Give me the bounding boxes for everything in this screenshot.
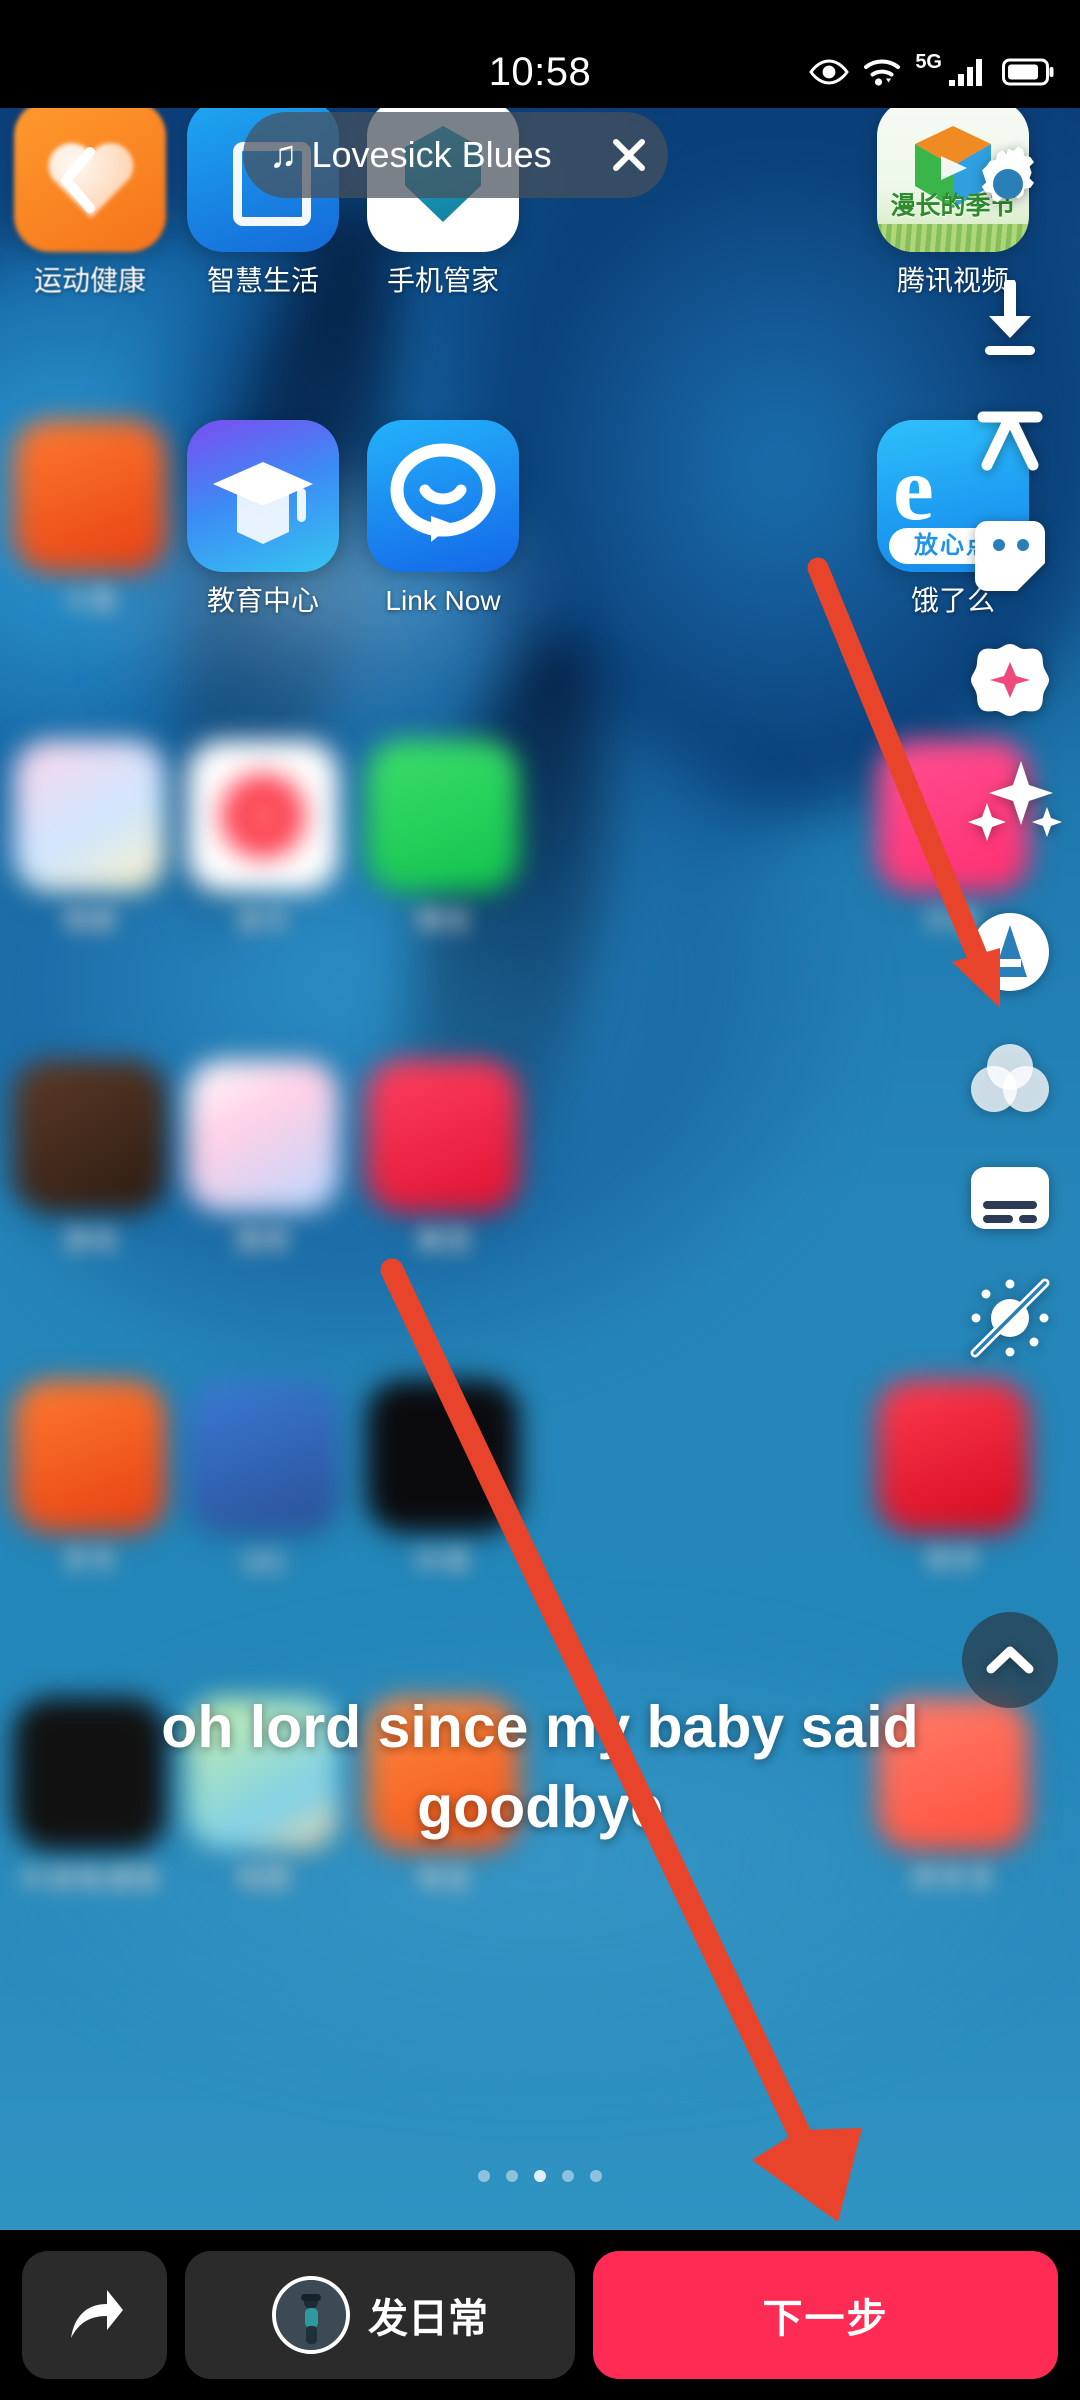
education-center-app-icon [187, 420, 339, 572]
captions-button[interactable] [966, 1154, 1054, 1242]
app-label: 斗鱼 [61, 585, 118, 616]
filter-button[interactable] [966, 1034, 1054, 1122]
download-icon [985, 280, 1035, 355]
share-arrow-icon [70, 2290, 123, 2338]
app-tile[interactable]: 教育中心 [163, 420, 363, 617]
collapse-rail-button[interactable] [962, 1612, 1058, 1708]
jd-app-icon [14, 1380, 166, 1532]
app-label: 手机管家 [386, 265, 499, 296]
app-label: 京东 [61, 1545, 118, 1576]
page-dot [590, 2170, 602, 2182]
editor-tool-rail [940, 108, 1080, 2230]
sticker-button[interactable] [966, 512, 1054, 600]
status-bar: 10:58 5G [0, 0, 1080, 108]
beautify-icon [971, 644, 1049, 716]
status-bar-icons: 5G [809, 50, 1054, 94]
enhance-off-icon [970, 1278, 1050, 1358]
app-label: 教育中心 [206, 585, 319, 616]
post-daily-label: 发日常 [368, 2297, 488, 2341]
home-screen-app-grid: 运动健康 智慧生活 手机管家 漫长的季节 腾讯视频 斗鱼 教育中心 Link N… [0, 108, 1080, 2230]
app-label: 抖音极速版 [19, 1863, 160, 1894]
captions-icon [971, 1167, 1049, 1229]
settings-gear-button[interactable] [966, 130, 1054, 218]
page-dot [562, 2170, 574, 2182]
app-tile[interactable]: 美团 [343, 1060, 543, 1257]
app-label: 运动健康 [33, 265, 146, 296]
lyric-caption-text[interactable]: oh lord since my baby said goodbye [60, 1688, 1020, 1847]
app-label: 音乐 [234, 905, 291, 936]
home-screen-page-indicator [0, 2170, 1080, 2182]
browser-letter: e [893, 437, 934, 539]
app-label: 微信 [414, 905, 471, 936]
chevron-left-icon [61, 147, 95, 213]
app-tile[interactable]: 斗鱼 [0, 420, 190, 617]
app-label: 抖音 [414, 1545, 471, 1576]
app-label: 智慧生活 [206, 265, 319, 296]
page-dot [506, 2170, 518, 2182]
next-button[interactable]: 下一步 [593, 2251, 1058, 2379]
app-label: 地图 [234, 1863, 291, 1894]
battery-icon [1002, 58, 1054, 86]
app-label: 游戏 [61, 1225, 118, 1256]
auto-enhance-button[interactable] [966, 908, 1054, 996]
music-app-icon [187, 740, 339, 892]
wifi-icon [863, 57, 901, 87]
back-button[interactable] [38, 140, 118, 220]
sticker-icon [975, 521, 1045, 591]
app-tile[interactable]: 音乐 [163, 740, 363, 937]
chevron-up-icon [986, 1646, 1034, 1674]
close-icon [613, 139, 645, 171]
app-label: 图库 [234, 1225, 291, 1256]
app-tile[interactable]: 图库 [163, 1060, 363, 1257]
page-dot-active [534, 2170, 546, 2182]
close-music-button[interactable] [598, 124, 660, 186]
download-button[interactable] [966, 276, 1054, 364]
text-tool-button[interactable] [966, 394, 1054, 482]
app-label: 美团 [414, 1225, 471, 1256]
app-label: Link Now [385, 585, 501, 616]
app-label: 淘宝 [414, 1863, 471, 1894]
video-preview-canvas[interactable]: 运动健康 智慧生活 手机管家 漫长的季节 腾讯视频 斗鱼 教育中心 Link N… [0, 108, 1080, 2230]
link-now-app-icon [367, 420, 519, 572]
page-dot [478, 2170, 490, 2182]
signal-bars-icon [948, 57, 988, 87]
network-type-label: 5G [915, 51, 942, 73]
editor-bottom-bar: 发日常 下一步 [0, 2230, 1080, 2400]
app-tile[interactable]: Link Now [343, 420, 543, 617]
game-app-icon [14, 1060, 166, 1212]
next-button-label: 下一步 [762, 2297, 889, 2341]
app-tile[interactable]: 相册 [0, 740, 190, 937]
app-tile[interactable]: QQ [163, 1380, 363, 1577]
meituan-app-icon [367, 1060, 519, 1212]
phone-screen: 10:58 5G 运动健康 智慧生活 手机管家 漫长的季节 腾讯视频 斗鱼 教育… [0, 0, 1080, 2400]
music-title[interactable]: Lovesick Blues [312, 134, 599, 176]
wechat-app-icon [367, 740, 519, 892]
text-icon [977, 411, 1043, 471]
gallery-app-icon [14, 740, 166, 892]
sparkles-icon [968, 761, 1062, 841]
douyu-app-icon [14, 420, 166, 572]
app-tile[interactable]: 游戏 [0, 1060, 190, 1257]
app-tile[interactable]: 微信 [343, 740, 543, 937]
music-banner[interactable]: ♫ Lovesick Blues [243, 112, 668, 198]
music-note-icon: ♫ [269, 134, 298, 176]
settings-gear-icon [981, 146, 1034, 203]
avatar [272, 2276, 350, 2354]
app-tile[interactable]: 京东 [0, 1380, 190, 1577]
auto-enhance-a-icon [971, 913, 1049, 991]
sparkles-effects-button[interactable] [958, 760, 1068, 848]
app-tile[interactable]: 抖音 [343, 1380, 543, 1577]
share-button[interactable] [22, 2251, 167, 2379]
beautify-button[interactable] [966, 636, 1054, 724]
photos-app-icon [187, 1060, 339, 1212]
post-daily-button[interactable]: 发日常 [185, 2251, 575, 2379]
eye-care-icon [809, 58, 850, 86]
enhance-off-button[interactable] [966, 1274, 1054, 1362]
app-label: QQ [241, 1545, 285, 1576]
qq-app-icon [187, 1380, 339, 1532]
filter-icon [971, 1044, 1049, 1112]
app-label: 相册 [61, 905, 118, 936]
tiktok-app-icon [367, 1380, 519, 1532]
